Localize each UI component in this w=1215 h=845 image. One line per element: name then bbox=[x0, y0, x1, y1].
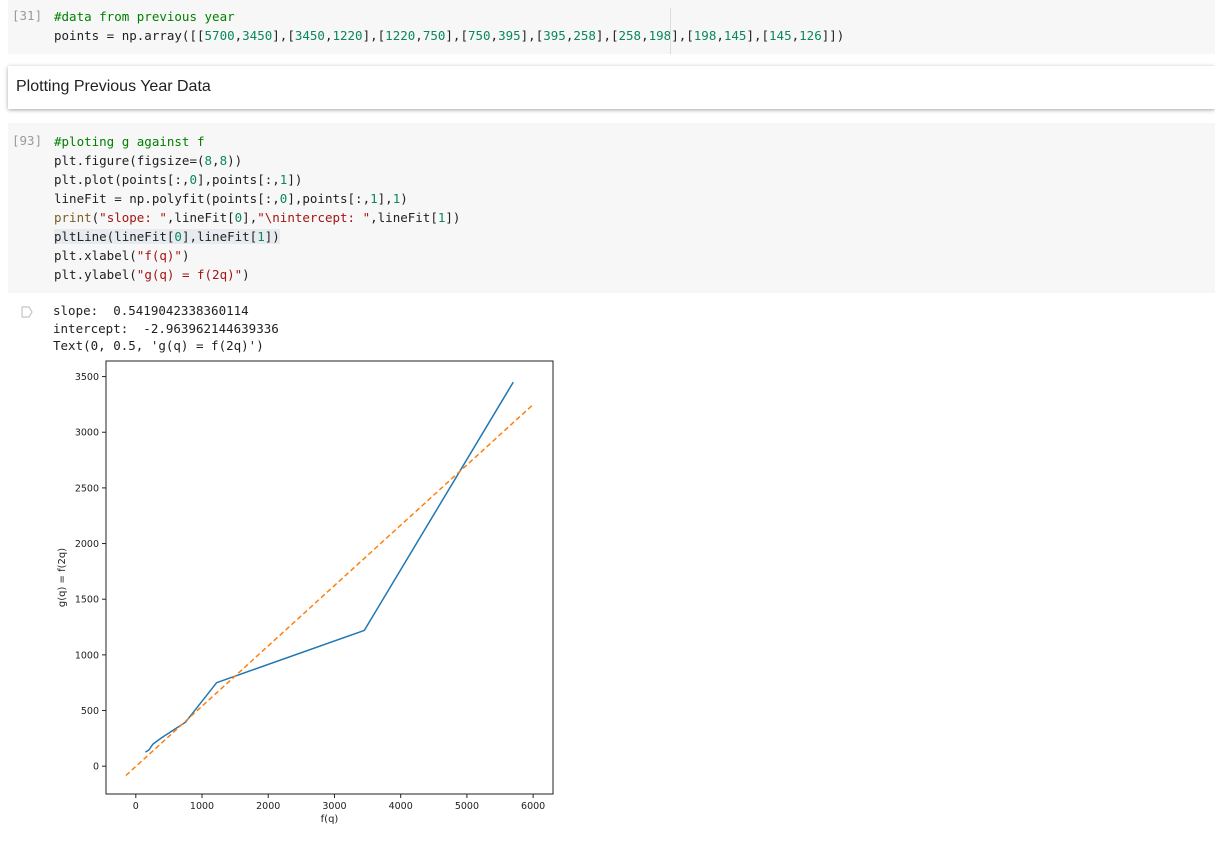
output-line: Text(0, 0.5, 'g(q) = f(2q)') bbox=[53, 338, 264, 353]
code-line[interactable]: print("slope: ",lineFit[0],"\nintercept:… bbox=[54, 208, 460, 227]
code-line[interactable]: pltLine(lineFit[0],lineFit[1]) bbox=[54, 227, 460, 246]
code-cell-plot[interactable]: [93] #ploting g against f plt.figure(figs… bbox=[8, 123, 1215, 293]
x-tick-label: 6000 bbox=[521, 801, 545, 812]
x-tick-label: 5000 bbox=[455, 801, 479, 812]
code-line[interactable]: plt.figure(figsize=(8,8)) bbox=[54, 151, 460, 170]
y-tick-label: 0 bbox=[93, 762, 99, 773]
code-line[interactable]: points = np.array([[5700,3450],[3450,122… bbox=[54, 26, 844, 45]
y-tick-label: 1000 bbox=[75, 650, 99, 661]
x-tick-label: 4000 bbox=[389, 801, 413, 812]
y-tick-label: 500 bbox=[81, 706, 99, 717]
x-tick-label: 2000 bbox=[256, 801, 280, 812]
x-axis-label: f(q) bbox=[321, 814, 339, 825]
code-line[interactable]: plt.plot(points[:,0],points[:,1]) bbox=[54, 170, 460, 189]
cell-output: slope: 0.5419042338360114 intercept: -2.… bbox=[53, 302, 279, 355]
section-heading: Plotting Previous Year Data bbox=[16, 78, 211, 95]
code-line[interactable]: lineFit = np.polyfit(points[:,0],points[… bbox=[54, 189, 460, 208]
y-tick-label: 2500 bbox=[75, 483, 99, 494]
code-editor[interactable]: #data from previous year points = np.arra… bbox=[54, 7, 844, 45]
text-cell[interactable]: Plotting Previous Year Data bbox=[8, 66, 1215, 109]
code-editor[interactable]: #ploting g against f plt.figure(figsize=(… bbox=[54, 132, 460, 284]
x-tick-label: 1000 bbox=[190, 801, 214, 812]
code-cell-data[interactable]: [31] #data from previous year points = np… bbox=[8, 0, 1215, 54]
plot-figure: 0 1000 2000 3000 4000 5000 6000 0 500 1000 1500 200… bbox=[57, 360, 554, 825]
code-line[interactable]: plt.xlabel("f(q)") bbox=[54, 246, 460, 265]
code-line[interactable]: #data from previous year bbox=[54, 7, 844, 26]
y-tick-label: 3000 bbox=[75, 428, 99, 439]
output-line: intercept: -2.963962144639336 bbox=[53, 320, 279, 336]
code-line[interactable]: plt.ylabel("g(q) = f(2q)") bbox=[54, 265, 460, 284]
output-line: slope: 0.5419042338360114 bbox=[53, 303, 249, 318]
y-axis-label: g(q) = f(2q) bbox=[57, 548, 68, 607]
code-line[interactable]: #ploting g against f bbox=[54, 132, 460, 151]
output-icon[interactable] bbox=[20, 305, 34, 319]
y-tick-label: 2000 bbox=[75, 539, 99, 550]
plot-area bbox=[105, 360, 554, 795]
execution-count[interactable]: [93] bbox=[12, 133, 42, 148]
execution-count[interactable]: [31] bbox=[12, 8, 42, 23]
y-tick-label: 3500 bbox=[75, 372, 99, 383]
x-tick-label: 3000 bbox=[322, 801, 346, 812]
y-tick-label: 1500 bbox=[75, 595, 99, 606]
editor-ruler bbox=[670, 8, 671, 54]
x-tick-label: 0 bbox=[133, 801, 139, 812]
